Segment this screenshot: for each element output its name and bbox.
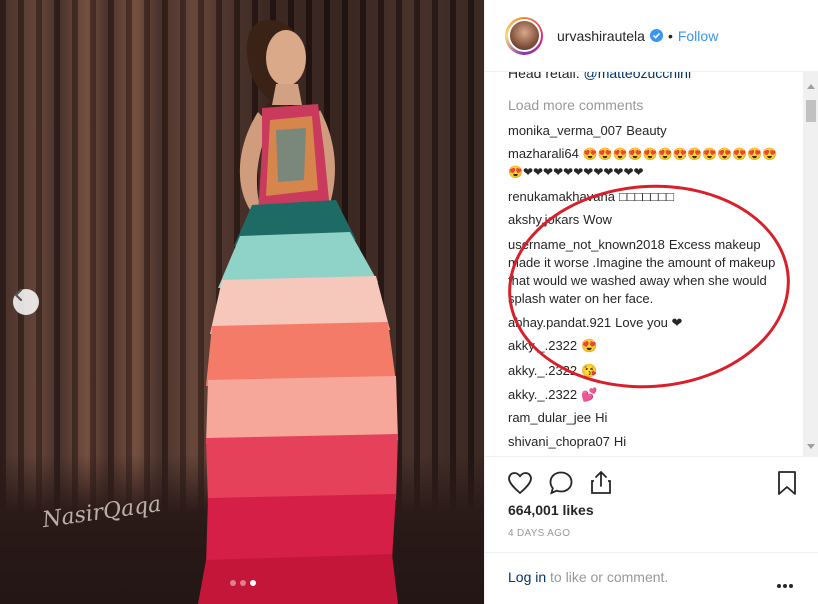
caption-partial-text: Head retail:	[508, 72, 584, 81]
heart-icon[interactable]	[506, 469, 534, 497]
follow-button[interactable]: Follow	[678, 28, 718, 44]
comment-item: akky._.2322 😍	[508, 337, 780, 355]
caption-mention-link[interactable]: @matteozucchini	[583, 72, 691, 81]
bookmark-icon[interactable]	[773, 469, 801, 497]
comment-item: renukamakhavana □□□□□□□	[508, 188, 780, 206]
comments-scrollbar[interactable]	[803, 72, 818, 456]
login-suffix: to like or comment.	[546, 569, 669, 585]
comment-item: mazharali64 😍😍😍😍😍😍😍😍😍😍😍😍😍 😍❤❤❤❤❤❤❤❤❤❤❤❤	[508, 145, 780, 181]
comment-username[interactable]: akshy.jokars	[508, 212, 579, 227]
comment-username[interactable]: renukamakhavana	[508, 189, 615, 204]
caption-partial-line: Head retail: @matteozucchini	[508, 72, 691, 81]
comment-text: Love you ❤	[615, 315, 683, 330]
carousel-dot	[240, 580, 246, 586]
avatar[interactable]	[507, 19, 541, 52]
comment-username[interactable]: akky._.2322	[508, 363, 577, 378]
comment-text: 💕	[581, 387, 598, 402]
comment-username[interactable]: mazharali64	[508, 146, 579, 161]
login-prompt: Log in to like or comment.	[508, 569, 668, 585]
comment-item: shivani_chopra07 Hi	[508, 433, 780, 451]
header-separator: •	[667, 27, 673, 44]
carousel-previous-button[interactable]	[13, 289, 39, 315]
comment-item: monika_verma_007 Beauty	[508, 122, 780, 140]
comment-text: Beauty	[626, 123, 667, 138]
comment-username[interactable]: akky._.2322	[508, 387, 577, 402]
post-date[interactable]: 4 DAYS AGO	[508, 528, 570, 539]
login-prompt-row: Log in to like or comment.	[485, 552, 818, 604]
comment-item: akshy.jokars Wow	[508, 211, 780, 229]
header-username[interactable]: urvashirautela	[557, 28, 645, 44]
carousel-dot-active	[250, 580, 256, 586]
avatar-story-ring[interactable]	[505, 16, 543, 55]
comment-text: 😍	[581, 338, 598, 353]
comment-text: □□□□□□□	[618, 189, 674, 204]
comment-username[interactable]: ram_dular_jee	[508, 410, 591, 425]
post-header: urvashirautela • Follow	[485, 0, 818, 72]
comment-username[interactable]: username_not_known2018	[508, 237, 665, 252]
post-actions-bar	[485, 456, 818, 508]
comment-icon[interactable]	[547, 469, 575, 497]
comment-item: username_not_known2018 Excess makeup made…	[508, 236, 780, 308]
comment-username[interactable]: monika_verma_007	[508, 123, 622, 138]
comment-username[interactable]: abhay.pandat.921	[508, 315, 611, 330]
comment-text: 😘	[581, 363, 598, 378]
carousel-dots	[230, 580, 256, 586]
comment-item: akky._.2322 😘	[508, 362, 780, 380]
likes-count[interactable]: 664,001 likes	[508, 502, 594, 518]
share-icon[interactable]	[587, 469, 615, 497]
comments-list: Head retail: @matteozucchini Load more c…	[485, 72, 818, 456]
scrollbar-thumb[interactable]	[806, 100, 816, 122]
post-side-panel: urvashirautela • Follow Head retail: @ma…	[484, 0, 818, 604]
load-more-comments-button[interactable]: Load more comments	[508, 97, 643, 113]
comment-text: Hi	[613, 434, 627, 449]
verified-badge-icon	[649, 29, 663, 42]
scroll-down-arrow-icon[interactable]	[807, 444, 815, 449]
comment-item: ram_dular_jee Hi	[508, 409, 780, 427]
comment-username[interactable]: akky._.2322	[508, 338, 577, 353]
more-options-icon[interactable]	[777, 575, 795, 593]
comment-item: abhay.pandat.921 Love you ❤	[508, 314, 780, 332]
comment-text: Hi	[595, 410, 608, 425]
post-photo[interactable]: NasirQaqa	[0, 0, 484, 604]
scroll-up-arrow-icon[interactable]	[807, 84, 815, 89]
comment-text: Wow	[583, 212, 612, 227]
comment-username[interactable]: shivani_chopra07	[508, 434, 610, 449]
comment-item: akky._.2322 💕	[508, 386, 780, 404]
carousel-dot	[230, 580, 236, 586]
login-link[interactable]: Log in	[508, 569, 546, 585]
chevron-left-icon	[14, 289, 23, 301]
